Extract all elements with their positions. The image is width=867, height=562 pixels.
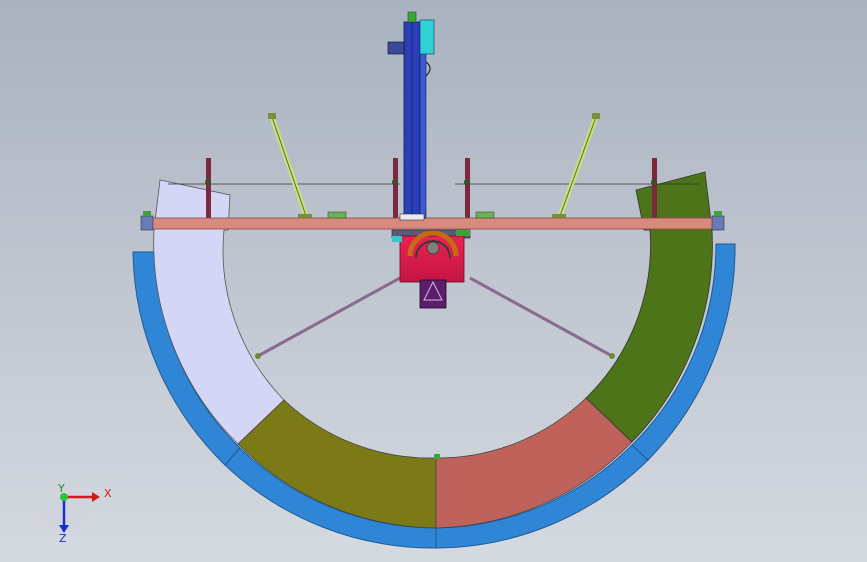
- tie-rod-left[interactable]: [257, 276, 401, 358]
- tie-rod-right[interactable]: [469, 276, 613, 358]
- central-hub[interactable]: [391, 229, 471, 309]
- bottom-marker: [434, 454, 440, 459]
- cad-viewport[interactable]: X Y Z: [0, 0, 867, 562]
- post-1[interactable]: [206, 158, 211, 220]
- post-3[interactable]: [465, 158, 470, 220]
- assembly-drawing: X Y Z: [36, 11, 736, 549]
- axis-y-label: Y: [57, 482, 65, 495]
- diagonal-struts: [268, 113, 600, 217]
- post-2[interactable]: [393, 158, 398, 220]
- post-4[interactable]: [652, 158, 657, 220]
- xyz-axis-triad-icon: X Y Z: [36, 475, 112, 545]
- axis-z-label: Z: [59, 532, 67, 545]
- segment-olive[interactable]: [237, 399, 437, 529]
- vertical-posts: [205, 158, 657, 220]
- axis-x-label: X: [104, 487, 112, 500]
